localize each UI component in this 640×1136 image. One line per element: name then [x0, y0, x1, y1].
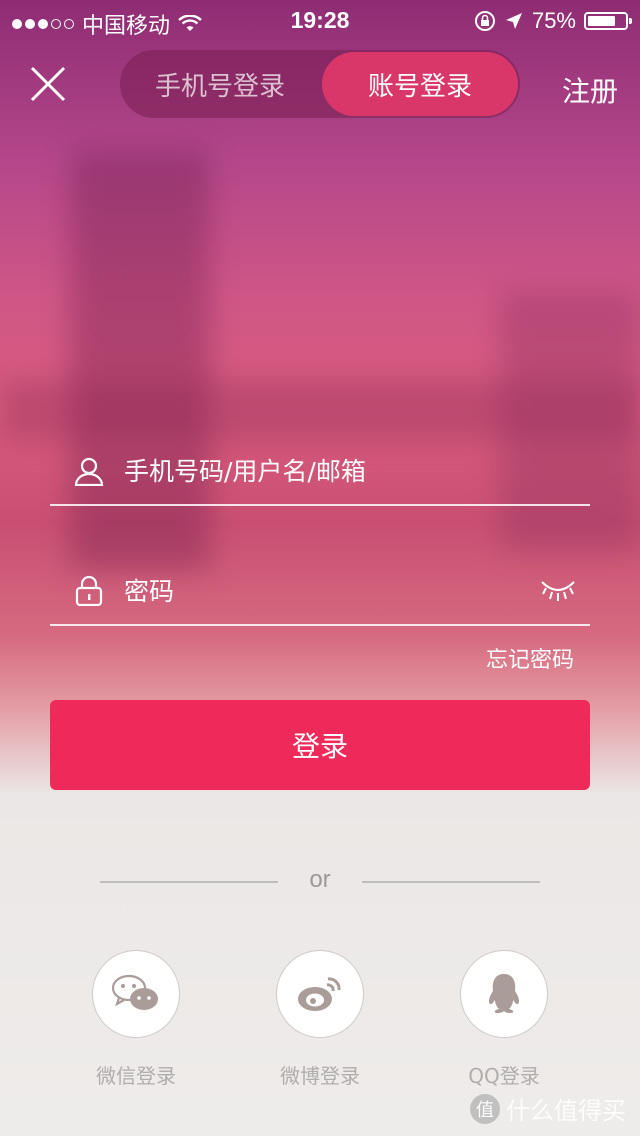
wechat-login-label: 微信登录	[96, 1064, 176, 1088]
weibo-login-button[interactable]	[276, 950, 364, 1038]
login-screen: 中国移动 19:28 75% 手机号登录 账号登录 注册 手机号码/用户名/邮箱…	[0, 0, 640, 1136]
watermark-badge: 值	[470, 1093, 500, 1124]
wechat-login: 微信登录	[76, 950, 196, 1089]
watermark-text: 什么值得买	[506, 1097, 626, 1125]
weibo-login: 微博登录	[260, 950, 380, 1089]
register-link[interactable]: 注册	[562, 70, 618, 110]
wechat-login-button[interactable]	[92, 950, 180, 1038]
user-icon	[74, 457, 104, 486]
battery-icon	[584, 12, 632, 30]
eye-closed-icon[interactable]	[540, 576, 576, 602]
background-buildings	[500, 290, 640, 550]
qq-login-label: QQ登录	[468, 1064, 540, 1088]
tab-account-login[interactable]: 账号登录	[322, 52, 518, 116]
account-field	[50, 438, 590, 506]
location-arrow-icon	[505, 13, 522, 29]
status-right: 75%	[474, 8, 632, 34]
close-icon	[30, 66, 66, 102]
account-input[interactable]	[122, 455, 506, 487]
login-mode-tabs: 手机号登录 账号登录	[120, 50, 520, 118]
password-input[interactable]	[122, 575, 506, 607]
qq-icon	[489, 974, 519, 1013]
password-field	[50, 558, 590, 626]
tab-phone-login[interactable]: 手机号登录	[122, 52, 318, 116]
watermark: 值 什么值得买	[470, 1091, 626, 1126]
battery-percent: 75%	[531, 8, 576, 33]
divider-line-right	[362, 881, 540, 883]
close-button[interactable]	[28, 64, 68, 104]
weibo-icon	[298, 977, 341, 1011]
rotation-lock-icon	[474, 11, 495, 31]
wechat-icon	[111, 974, 158, 1010]
status-bar: 中国移动 19:28 75%	[0, 0, 640, 40]
background-bridge-tower	[70, 150, 210, 570]
login-button[interactable]: 登录	[50, 700, 590, 790]
or-divider: or	[100, 866, 540, 898]
lock-icon	[75, 576, 103, 606]
qq-login-button[interactable]	[460, 950, 548, 1038]
or-text: or	[309, 866, 331, 893]
forgot-password-link[interactable]: 忘记密码	[486, 642, 574, 674]
weibo-login-label: 微博登录	[280, 1064, 360, 1088]
qq-login: QQ登录	[444, 950, 564, 1089]
